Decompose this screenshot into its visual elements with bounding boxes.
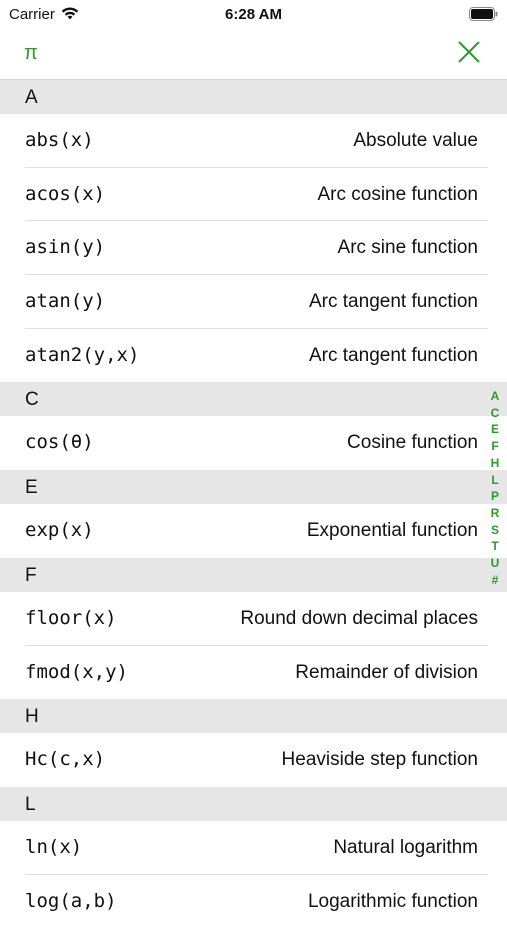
function-description: Heaviside step function	[281, 749, 478, 771]
function-row[interactable]: Hc(c,x) Heaviside step function	[0, 733, 507, 787]
index-letter-s[interactable]: S	[491, 522, 499, 539]
function-row[interactable]: floor(x) Round down decimal places	[0, 592, 507, 646]
index-letter-t[interactable]: T	[491, 538, 498, 555]
index-letter-e[interactable]: E	[491, 421, 499, 438]
function-row[interactable]: atan(y) Arc tangent function	[0, 275, 507, 329]
pi-button[interactable]: π	[24, 42, 38, 65]
index-letter-hash[interactable]: #	[492, 572, 499, 589]
function-description: Round down decimal places	[240, 607, 478, 629]
index-letter-l[interactable]: L	[491, 472, 498, 489]
function-name: Hc(c,x)	[25, 748, 106, 771]
function-name: acos(x)	[25, 182, 106, 205]
section-index[interactable]: A C E F H L P R S T U #	[488, 388, 502, 588]
function-row[interactable]: exp(x) Exponential function	[0, 504, 507, 558]
function-row[interactable]: acos(x) Arc cosine function	[0, 168, 507, 222]
section-header-h: H	[0, 699, 507, 734]
index-letter-u[interactable]: U	[491, 555, 500, 572]
function-name: asin(y)	[25, 236, 106, 259]
function-row[interactable]: asin(y) Arc sine function	[0, 221, 507, 276]
function-row[interactable]: log(a,b) Logarithmic function	[0, 875, 507, 928]
section-letter: E	[25, 477, 38, 499]
function-description: Cosine function	[347, 432, 478, 454]
function-list[interactable]: A abs(x) Absolute value acos(x) Arc cosi…	[0, 80, 507, 928]
status-time: 6:28 AM	[225, 6, 282, 23]
index-letter-r[interactable]: R	[491, 505, 500, 522]
status-bar: Carrier 6:28 AM	[0, 0, 507, 28]
section-letter: H	[25, 706, 39, 728]
function-description: Absolute value	[353, 130, 478, 151]
function-name: ln(x)	[25, 835, 83, 858]
function-name: fmod(x,y)	[25, 660, 128, 683]
function-row[interactable]: atan2(y,x) Arc tangent function	[0, 329, 507, 383]
function-description: Logarithmic function	[307, 890, 478, 912]
function-row[interactable]: cos(θ) Cosine function	[0, 416, 507, 470]
function-row[interactable]: ln(x) Natural logarithm	[0, 821, 507, 875]
function-name: atan2(y,x)	[25, 343, 140, 366]
index-letter-c[interactable]: C	[491, 405, 500, 422]
function-description: Remainder of division	[295, 661, 478, 683]
function-name: cos(θ)	[25, 431, 94, 454]
section-header-e: E	[0, 470, 507, 505]
index-letter-p[interactable]: P	[491, 488, 499, 505]
function-description: Exponential function	[306, 520, 478, 542]
function-description: Natural logarithm	[333, 836, 478, 858]
section-header-a: A	[0, 80, 507, 114]
index-letter-h[interactable]: H	[491, 455, 500, 472]
section-header-f: F	[0, 557, 507, 592]
close-icon[interactable]	[457, 40, 481, 64]
section-letter: F	[25, 564, 37, 586]
function-description: Arc tangent function	[309, 344, 478, 366]
section-letter: C	[25, 389, 39, 411]
function-name: atan(y)	[25, 290, 106, 313]
index-letter-f[interactable]: F	[491, 438, 498, 455]
function-row[interactable]: fmod(x,y) Remainder of division	[0, 646, 507, 700]
index-letter-a[interactable]: A	[491, 388, 500, 405]
function-description: Arc cosine function	[317, 183, 478, 205]
navigation-bar: π	[0, 28, 507, 80]
function-name: exp(x)	[25, 519, 94, 542]
function-description: Arc sine function	[337, 237, 478, 259]
function-name: floor(x)	[25, 606, 117, 629]
function-row[interactable]: abs(x) Absolute value	[0, 114, 507, 168]
section-letter: L	[25, 793, 36, 815]
section-letter: A	[25, 87, 38, 108]
function-description: Arc tangent function	[309, 291, 478, 313]
function-name: log(a,b)	[25, 889, 117, 912]
battery-icon	[469, 7, 498, 21]
section-header-c: C	[0, 382, 507, 417]
section-header-l: L	[0, 786, 507, 821]
function-name: abs(x)	[25, 129, 94, 151]
